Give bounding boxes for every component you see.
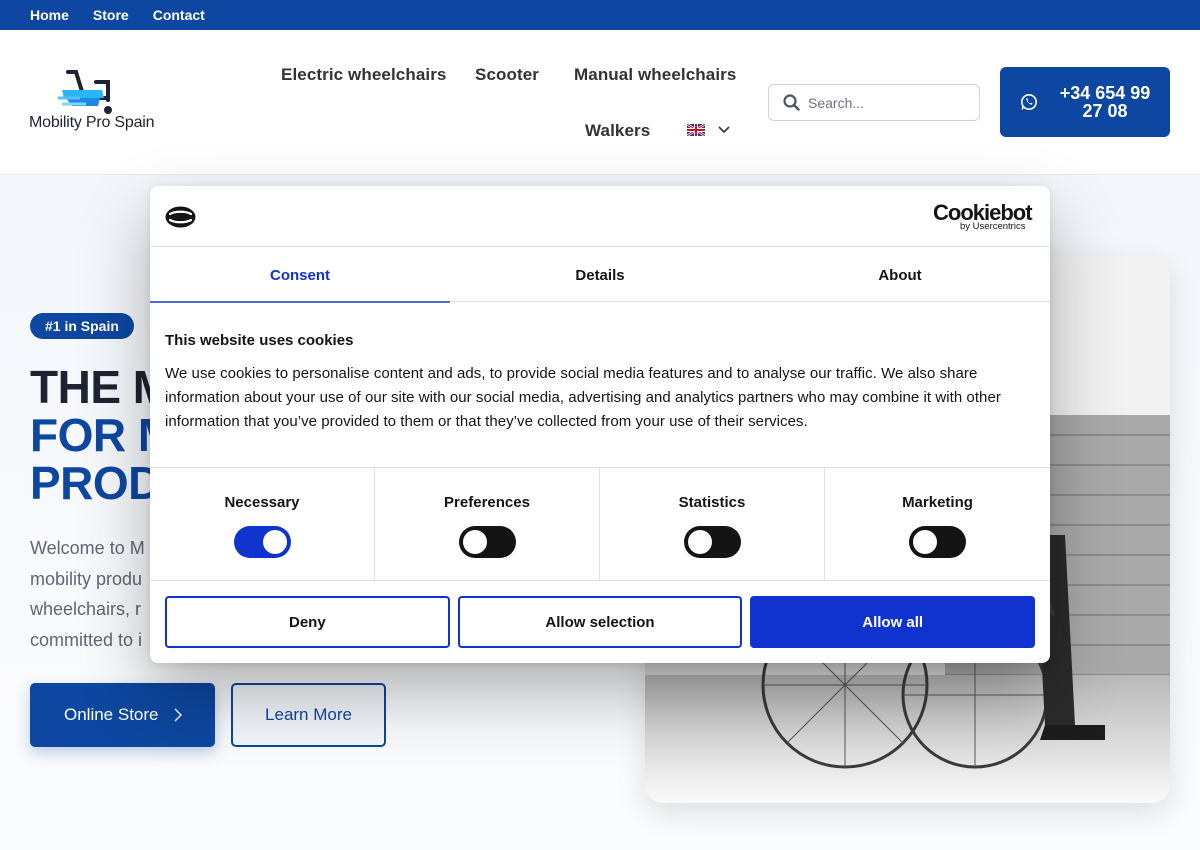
search-input[interactable] bbox=[808, 94, 968, 111]
cookiebot-subtitle: by Usercentrics bbox=[960, 221, 1026, 232]
top-bar: Home Store Contact bbox=[0, 0, 1200, 30]
dialog-header: Cookiebot by Usercentrics bbox=[150, 186, 1050, 247]
topbar-link-contact[interactable]: Contact bbox=[153, 7, 205, 23]
dialog-tabs: Consent Details About bbox=[150, 248, 1050, 303]
statistics-toggle[interactable] bbox=[683, 526, 741, 558]
cookiebot-logo[interactable]: Cookiebot by Usercentrics bbox=[933, 200, 1033, 232]
logo-text[interactable]: Mobility Pro Spain bbox=[29, 114, 155, 132]
whatsapp-icon bbox=[1021, 94, 1037, 110]
phone-number: +34 654 99 27 08 bbox=[1050, 84, 1160, 120]
toggle-knob bbox=[687, 530, 712, 554]
category-label: Preferences bbox=[444, 494, 530, 511]
cookie-description: We use cookies to personalise content an… bbox=[165, 365, 1001, 430]
toggle-knob bbox=[462, 530, 487, 554]
category-statistics: Statistics bbox=[600, 468, 825, 581]
online-store-button[interactable]: Online Store bbox=[30, 683, 215, 747]
tab-consent[interactable]: Consent bbox=[150, 248, 450, 303]
category-necessary: Necessary bbox=[150, 468, 375, 581]
site-header: Mobility Pro Spain Electric wheelchairs … bbox=[0, 30, 1200, 175]
allow-all-button[interactable]: Allow all bbox=[750, 596, 1036, 648]
topbar-link-home[interactable]: Home bbox=[30, 7, 69, 23]
nav-walkers[interactable]: Walkers bbox=[585, 121, 650, 141]
deny-button[interactable]: Deny bbox=[165, 596, 450, 648]
chevron-down-icon[interactable] bbox=[718, 123, 730, 135]
toggle-knob bbox=[913, 530, 937, 554]
usercentrics-logo-icon bbox=[165, 206, 196, 228]
cookie-consent-dialog: Cookiebot by Usercentrics Consent Detail… bbox=[150, 186, 1050, 663]
marketing-toggle[interactable] bbox=[909, 526, 966, 558]
nav-manual-wheelchairs[interactable]: Manual wheelchairs bbox=[574, 65, 736, 85]
hero-badge: #1 in Spain bbox=[30, 313, 134, 339]
cookie-categories: Necessary Preferences Statistics Marketi… bbox=[150, 467, 1050, 581]
search-icon bbox=[783, 94, 800, 111]
dialog-buttons: Deny Allow selection Allow all bbox=[165, 596, 1036, 648]
category-label: Marketing bbox=[902, 494, 973, 511]
dialog-body: This website uses cookies We use cookies… bbox=[165, 332, 1035, 434]
category-preferences: Preferences bbox=[375, 468, 600, 581]
phone-line-2: 27 08 bbox=[1082, 101, 1128, 121]
learn-more-button[interactable]: Learn More bbox=[231, 683, 386, 747]
category-marketing: Marketing bbox=[825, 468, 1050, 581]
uk-flag-icon[interactable] bbox=[687, 124, 705, 136]
tab-details[interactable]: Details bbox=[450, 248, 750, 302]
topbar-link-store[interactable]: Store bbox=[93, 7, 129, 23]
allow-selection-button[interactable]: Allow selection bbox=[457, 596, 743, 648]
nav-scooter[interactable]: Scooter bbox=[475, 65, 539, 85]
toggle-knob bbox=[262, 530, 287, 554]
necessary-toggle[interactable] bbox=[233, 526, 291, 558]
preferences-toggle[interactable] bbox=[458, 526, 516, 558]
online-store-label: Online Store bbox=[64, 705, 159, 724]
nav-electric-wheelchairs[interactable]: Electric wheelchairs bbox=[281, 65, 446, 85]
phone-button[interactable]: +34 654 99 27 08 bbox=[1000, 67, 1170, 137]
phone-line-1: +34 654 99 bbox=[1059, 83, 1151, 103]
search-box[interactable] bbox=[768, 84, 980, 121]
cookie-heading: This website uses cookies bbox=[165, 332, 354, 349]
category-label: Statistics bbox=[678, 494, 746, 511]
category-label: Necessary bbox=[224, 494, 300, 511]
chevron-right-icon bbox=[174, 708, 182, 722]
tab-about[interactable]: About bbox=[750, 248, 1050, 302]
